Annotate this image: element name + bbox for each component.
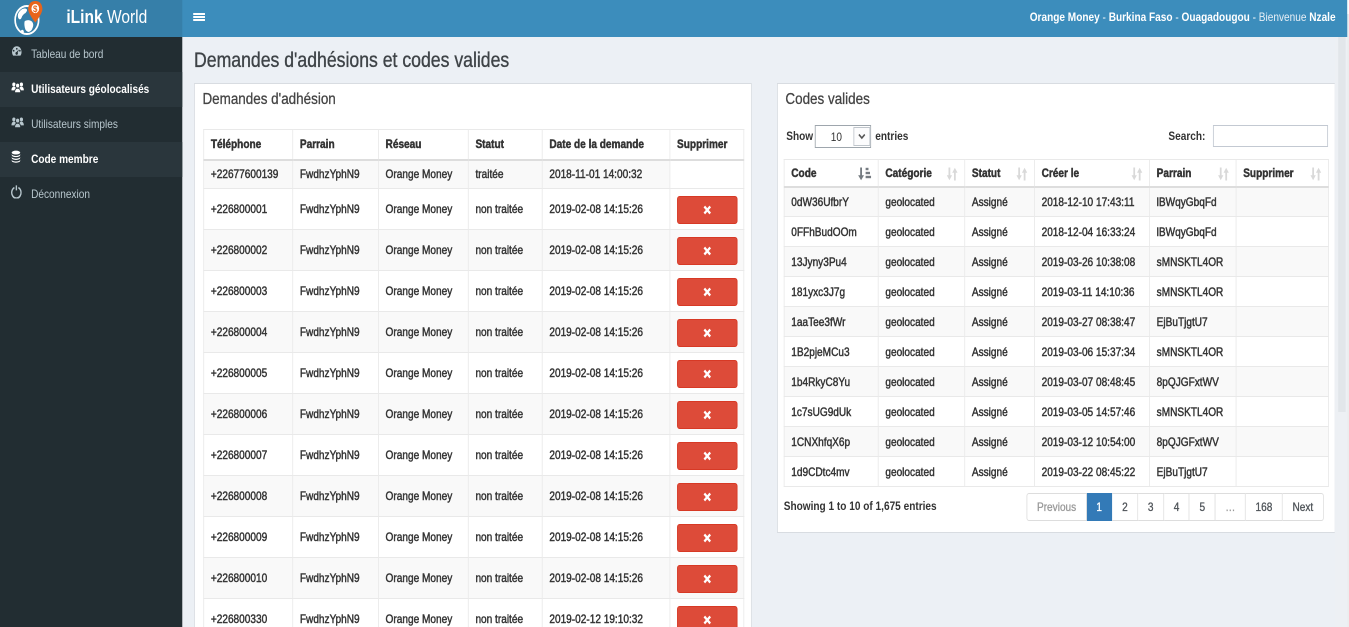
svg-text:$: $	[33, 3, 38, 14]
